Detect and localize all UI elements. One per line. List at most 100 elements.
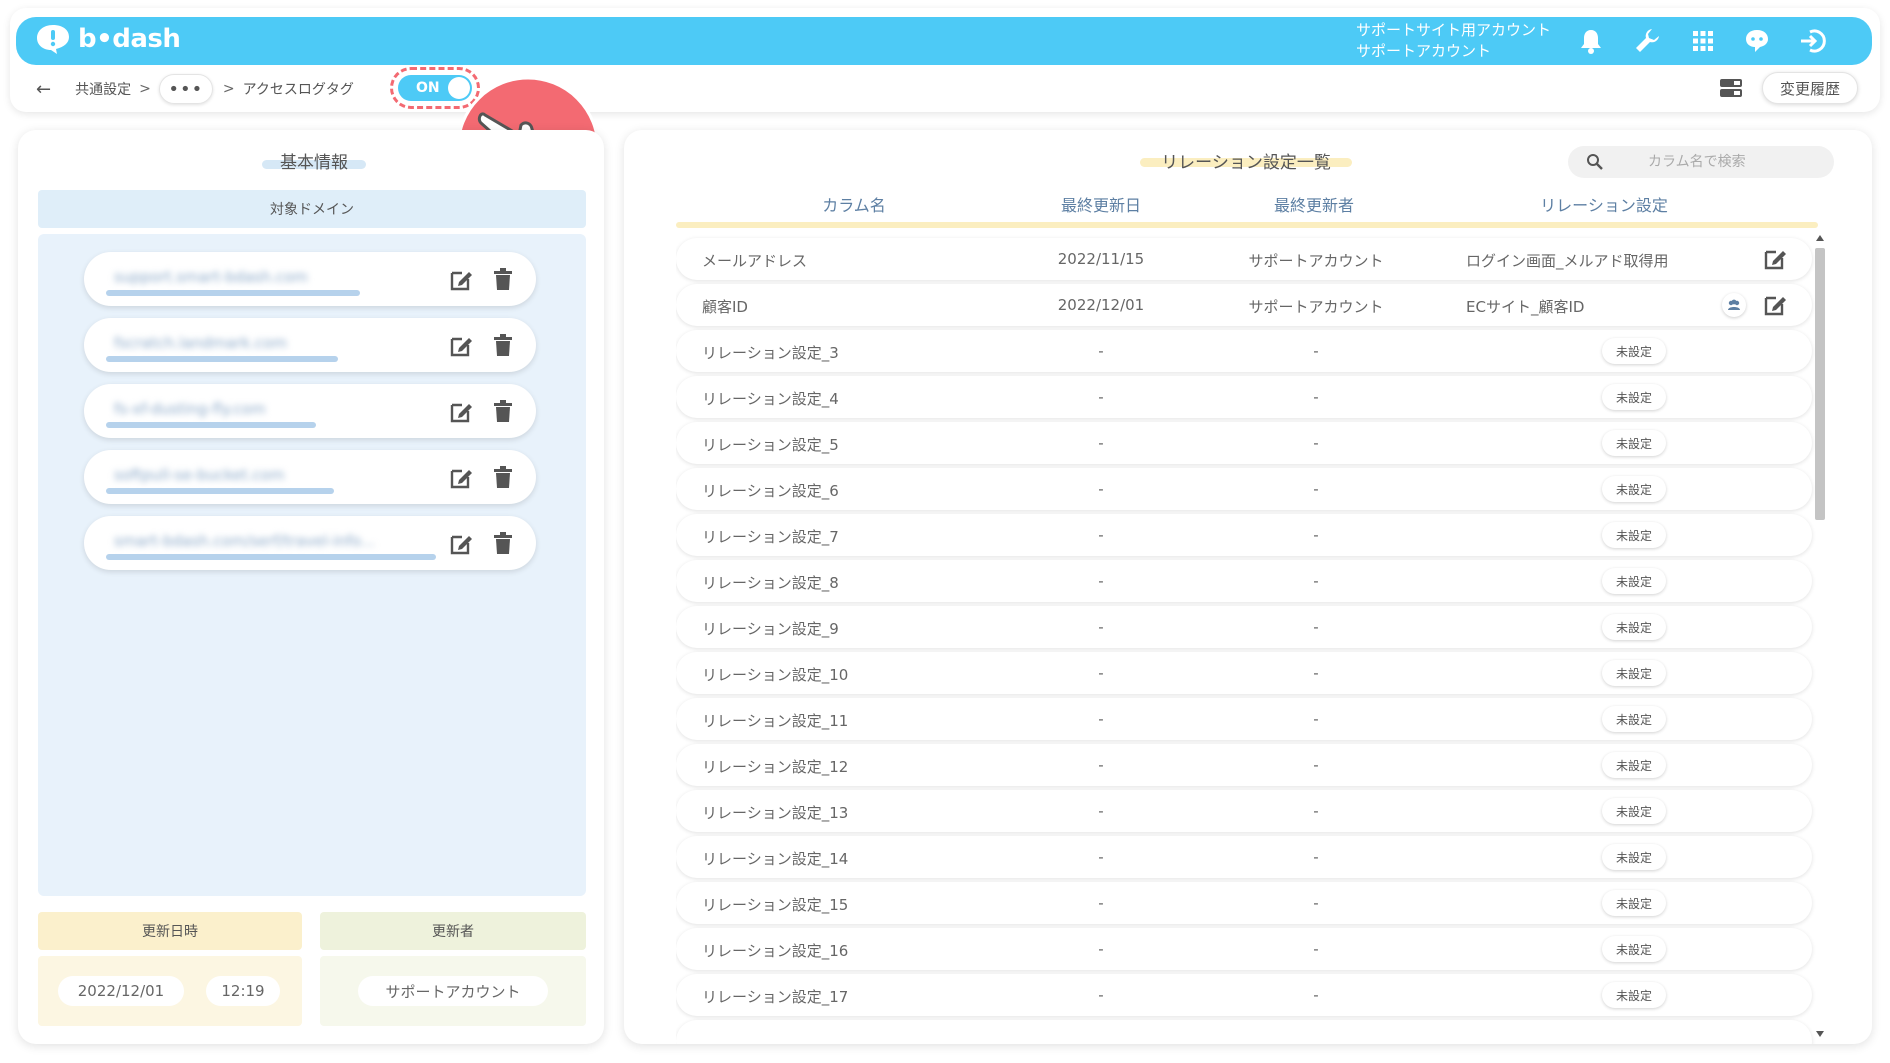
cell-updated-by: - bbox=[1313, 894, 1319, 912]
grid-menu-icon[interactable] bbox=[1688, 26, 1718, 56]
column-header-relation: リレーション設定 bbox=[1540, 196, 1668, 215]
table-row: リレーション設定_17 - - 未設定 bbox=[676, 974, 1812, 1016]
cell-updated-by: サポートアカウント bbox=[1248, 252, 1384, 270]
logout-icon[interactable] bbox=[1798, 26, 1828, 56]
scroll-down-icon[interactable] bbox=[1815, 1030, 1825, 1038]
cell-updated-date: 2022/12/01 bbox=[1057, 296, 1145, 314]
target-domain-header: 対象ドメイン bbox=[38, 190, 586, 228]
cell-updated-date: - bbox=[1098, 710, 1104, 728]
search-input[interactable] bbox=[1618, 146, 1828, 178]
cell-updated-by: - bbox=[1313, 618, 1319, 636]
unset-badge[interactable]: 未設定 bbox=[1602, 752, 1666, 778]
bell-icon[interactable] bbox=[1576, 26, 1606, 56]
table-row: リレーション設定_9 - - 未設定 bbox=[676, 606, 1812, 648]
table-row: リレーション設定_14 - - 未設定 bbox=[676, 836, 1812, 878]
logo[interactable]: b•dash bbox=[34, 23, 181, 55]
domain-text: softpull-se-bucket.com bbox=[114, 466, 285, 484]
unset-badge[interactable]: 未設定 bbox=[1602, 844, 1666, 870]
unset-badge[interactable]: 未設定 bbox=[1602, 706, 1666, 732]
relation-list-title: リレーション設定一覧 bbox=[1161, 153, 1331, 173]
unset-badge[interactable]: 未設定 bbox=[1602, 522, 1666, 548]
unset-badge[interactable]: 未設定 bbox=[1602, 660, 1666, 686]
logo-text: b•dash bbox=[78, 24, 181, 54]
support-chat-icon[interactable] bbox=[1742, 26, 1772, 56]
account-info[interactable]: サポートサイト用アカウント サポートアカウント bbox=[1356, 20, 1551, 62]
cell-column-name: メールアドレス bbox=[702, 252, 808, 270]
edit-icon[interactable] bbox=[448, 465, 474, 491]
trash-icon[interactable] bbox=[494, 400, 512, 422]
column-header-updated-by: 最終更新者 bbox=[1273, 196, 1354, 215]
domain-item: smart-bdash.com/serf/travel-info... bbox=[84, 516, 536, 570]
people-icon[interactable] bbox=[1722, 293, 1746, 317]
unset-badge[interactable]: 未設定 bbox=[1602, 430, 1666, 456]
trash-icon[interactable] bbox=[494, 334, 512, 356]
breadcrumb-access-log-tag: アクセスログタグ bbox=[242, 82, 354, 98]
top-bar: b•dash サポートサイト用アカウント サポートアカウント bbox=[16, 17, 1872, 65]
breadcrumb-separator: > bbox=[139, 81, 151, 97]
domain-item: softpull-se-bucket.com bbox=[84, 450, 536, 504]
edit-icon[interactable] bbox=[1762, 246, 1788, 272]
edit-icon[interactable] bbox=[448, 399, 474, 425]
unset-badge[interactable]: 未設定 bbox=[1602, 384, 1666, 410]
unset-badge[interactable]: 未設定 bbox=[1602, 568, 1666, 594]
trash-icon[interactable] bbox=[494, 268, 512, 290]
cell-column-name: リレーション設定_12 bbox=[702, 758, 849, 776]
layout-toggle-icon[interactable] bbox=[1718, 75, 1744, 101]
relation-list-panel: リレーション設定一覧 カラム名 最終更新日 最終更新者 リレーション設定 メール… bbox=[624, 130, 1872, 1044]
unset-badge[interactable]: 未設定 bbox=[1602, 614, 1666, 640]
breadcrumb-common-settings[interactable]: 共通設定 bbox=[75, 79, 131, 99]
edit-icon[interactable] bbox=[1762, 292, 1788, 318]
unset-badge[interactable]: 未設定 bbox=[1602, 890, 1666, 916]
header-underline bbox=[676, 222, 1818, 228]
domain-underline bbox=[106, 422, 316, 428]
scroll-up-icon[interactable] bbox=[1815, 234, 1825, 242]
back-arrow-icon[interactable]: ← bbox=[36, 79, 51, 100]
domain-text: fs-xf-dusting-fly.com bbox=[114, 400, 266, 418]
cell-updated-by: - bbox=[1313, 986, 1319, 1004]
edit-icon[interactable] bbox=[448, 267, 474, 293]
trash-icon[interactable] bbox=[494, 532, 512, 554]
breadcrumb-separator: > bbox=[222, 81, 235, 97]
domain-list: support.smart-bdash.com fscratch.landmar… bbox=[38, 234, 586, 896]
unset-badge[interactable]: 未設定 bbox=[1602, 798, 1666, 824]
cell-updated-date: - bbox=[1098, 664, 1104, 682]
edit-icon[interactable] bbox=[448, 531, 474, 557]
scrollbar-thumb[interactable] bbox=[1815, 248, 1825, 520]
cell-column-name: リレーション設定_16 bbox=[702, 942, 849, 960]
search-box[interactable] bbox=[1568, 146, 1834, 178]
table-row: 顧客ID 2022/12/01 サポートアカウント ECサイト_顧客ID bbox=[676, 284, 1812, 326]
wrench-icon[interactable] bbox=[1632, 26, 1662, 56]
trash-icon[interactable] bbox=[494, 466, 512, 488]
edit-icon[interactable] bbox=[448, 333, 474, 359]
breadcrumb-more-button[interactable]: ••• bbox=[158, 74, 213, 104]
table-row: リレーション設定_8 - - 未設定 bbox=[676, 560, 1812, 602]
column-header-name: カラム名 bbox=[822, 196, 886, 215]
updated-at-values: 2022/12/01 12:19 bbox=[38, 956, 302, 1026]
cell-updated-by: - bbox=[1313, 664, 1319, 682]
cell-relation: ECサイト_顧客ID bbox=[1466, 298, 1585, 316]
table-row: リレーション設定_15 - - 未設定 bbox=[676, 882, 1812, 924]
cell-column-name: リレーション設定_8 bbox=[702, 574, 839, 592]
cell-updated-by: - bbox=[1313, 526, 1319, 544]
unset-badge[interactable]: 未設定 bbox=[1602, 982, 1666, 1008]
table-row: リレーション設定_16 - - 未設定 bbox=[676, 928, 1812, 970]
table-row: リレーション設定_7 - - 未設定 bbox=[676, 514, 1812, 556]
cell-updated-date: - bbox=[1098, 388, 1104, 406]
unset-badge[interactable]: 未設定 bbox=[1602, 936, 1666, 962]
table-row: リレーション設定_6 - - 未設定 bbox=[676, 468, 1812, 510]
domain-underline bbox=[106, 554, 436, 560]
table-row: リレーション設定_11 - - 未設定 bbox=[676, 698, 1812, 740]
cell-column-name: 顧客ID bbox=[702, 298, 748, 316]
table-row: リレーション設定_3 - - 未設定 bbox=[676, 330, 1812, 372]
cell-updated-date: - bbox=[1098, 756, 1104, 774]
cell-column-name: リレーション設定_17 bbox=[702, 988, 849, 1006]
cell-column-name: リレーション設定_10 bbox=[702, 666, 849, 684]
unset-badge[interactable]: 未設定 bbox=[1602, 338, 1666, 364]
unset-badge[interactable]: 未設定 bbox=[1602, 476, 1666, 502]
cell-updated-by: - bbox=[1313, 572, 1319, 590]
table-scrollbar[interactable] bbox=[1812, 234, 1828, 1040]
cell-column-name: リレーション設定_9 bbox=[702, 620, 839, 638]
change-history-button[interactable]: 変更履歴 bbox=[1762, 72, 1858, 104]
domain-text: smart-bdash.com/serf/travel-info... bbox=[114, 532, 376, 550]
toggle-label: ON bbox=[416, 80, 440, 96]
